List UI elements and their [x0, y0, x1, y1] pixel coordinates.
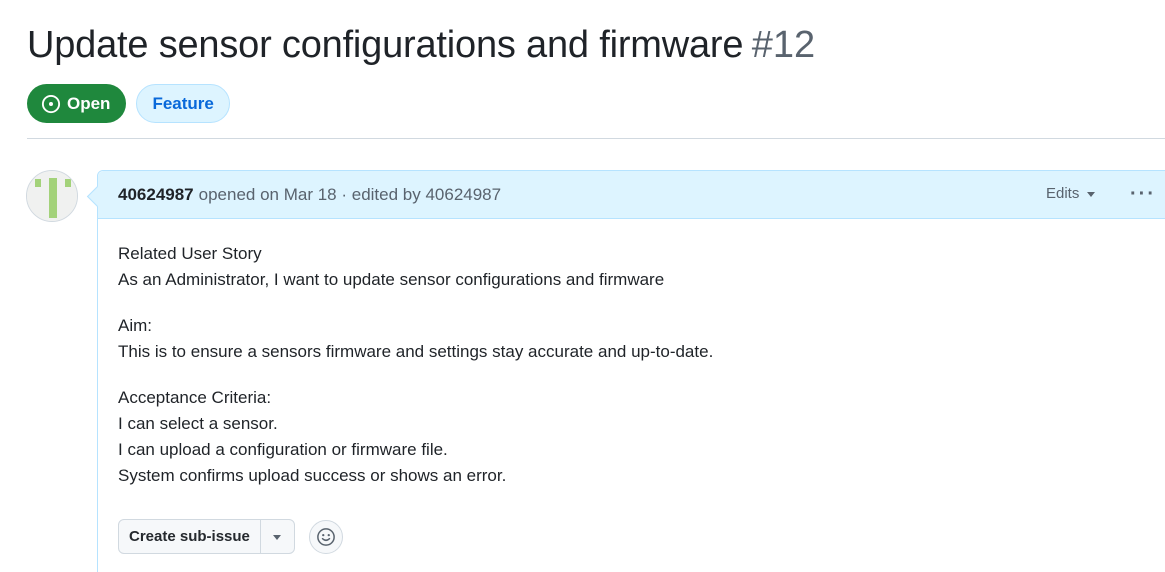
create-sub-issue-split-button: Create sub-issue: [118, 519, 295, 554]
identicon-icon: [27, 171, 77, 221]
comment-meta: opened on Mar 18 · edited by 40624987: [198, 184, 502, 204]
avatar[interactable]: [26, 170, 78, 222]
aim-heading: Aim:: [118, 316, 152, 335]
aim-section: Aim: This is to ensure a sensors firmwar…: [118, 313, 1156, 365]
kebab-horizontal-icon[interactable]: ···: [1130, 183, 1156, 206]
comment-author[interactable]: 40624987: [118, 185, 194, 205]
triangle-down-icon: [273, 535, 282, 540]
criteria-item: I can select a sensor.: [118, 414, 278, 433]
sub-issue-menu-button[interactable]: [261, 520, 294, 553]
criteria-item: System confirms upload success or shows …: [118, 466, 507, 485]
issue-comment: 40624987 opened on Mar 18 · edited by 40…: [97, 170, 1165, 572]
comment-header: 40624987 opened on Mar 18 · edited by 40…: [98, 171, 1165, 219]
open-state-badge: Open: [27, 84, 127, 123]
smiley-icon: [317, 527, 335, 546]
issue-number: #12: [751, 24, 816, 66]
issue-title: Update sensor configurations and firmwar…: [27, 24, 744, 66]
header-divider: [27, 138, 1165, 139]
criteria-item: I can upload a configuration or firmware…: [118, 440, 448, 459]
criteria-heading: Acceptance Criteria:: [118, 388, 272, 407]
comment-actions: Create sub-issue: [118, 519, 343, 554]
story-section: Related User Story As an Administrator, …: [118, 241, 1156, 293]
edits-label: Edits: [1046, 185, 1080, 202]
issue-opened-icon: [41, 94, 61, 113]
aim-text: This is to ensure a sensors firmware and…: [118, 342, 714, 361]
add-reaction-button[interactable]: [308, 519, 343, 554]
edits-dropdown[interactable]: Edits: [1046, 185, 1096, 202]
chevron-down-icon: [1087, 192, 1096, 197]
story-heading: Related User Story: [118, 244, 262, 263]
feature-label[interactable]: Feature: [136, 84, 230, 123]
comment-body: Related User Story As an Administrator, …: [98, 219, 1165, 489]
issue-state-row: Open Feature: [27, 84, 230, 123]
issue-title-row: Update sensor configurations and firmwar…: [27, 24, 815, 67]
story-text: As an Administrator, I want to update se…: [118, 270, 665, 289]
create-sub-issue-button[interactable]: Create sub-issue: [119, 520, 261, 553]
criteria-section: Acceptance Criteria: I can select a sens…: [118, 385, 1156, 489]
state-label: Open: [67, 93, 111, 113]
